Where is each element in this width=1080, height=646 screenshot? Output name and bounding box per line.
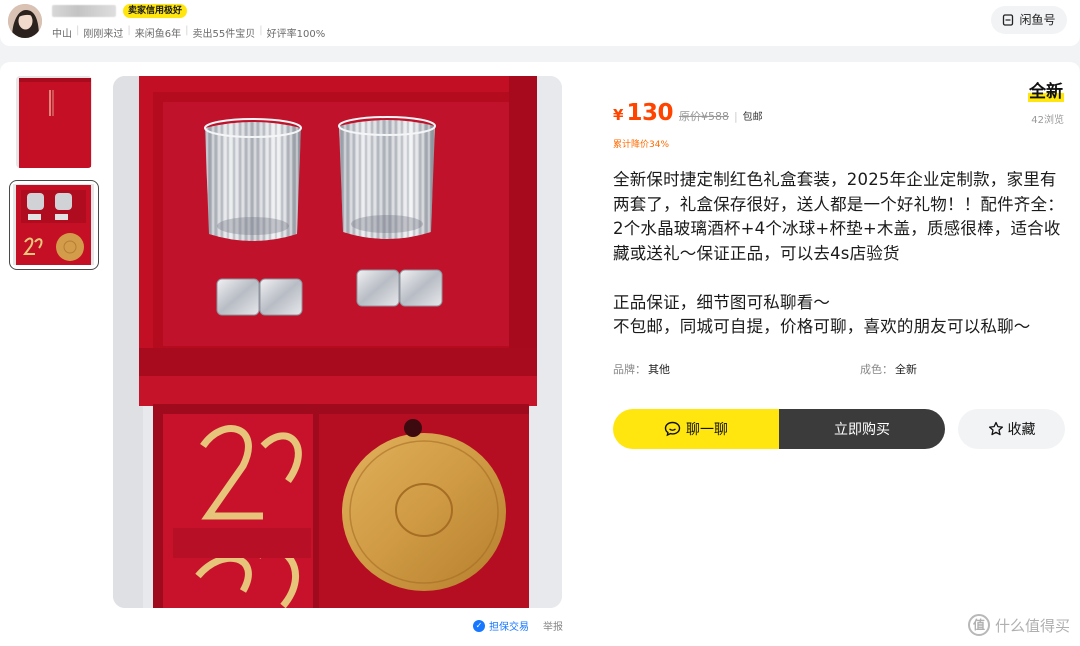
purchase-actions: 聊一聊 立即购买 (613, 409, 945, 449)
view-count: 42浏览 (1031, 115, 1064, 126)
xianyu-id-button[interactable]: 闲鱼号 (991, 6, 1067, 34)
seller-location: 中山 (52, 29, 72, 40)
seller-sold-count: 卖出55件宝贝 (192, 29, 256, 40)
price-row: ¥ 130 原价¥588 | 包邮 (613, 100, 763, 126)
condition-label: 成色： (860, 363, 893, 376)
seller-name-masked (52, 5, 116, 17)
seller-header: 卖家信用极好 中山 | 刚刚来过 | 来闲鱼6年 | 卖出55件宝贝 | 好评率100%… (0, 0, 1080, 46)
watermark-text: 什么值得买 (994, 616, 1070, 635)
guarantee-icon: ✓ (473, 619, 485, 632)
current-price: 130 (626, 100, 673, 126)
buy-now-button[interactable]: 立即购买 (779, 409, 945, 449)
xianyu-id-icon (1003, 14, 1014, 26)
price-drop-note: 累计降价34% (613, 140, 670, 150)
guarantee-badge[interactable]: ✓ 担保交易 (473, 618, 529, 633)
star-icon (988, 421, 1003, 436)
chat-button[interactable]: 聊一聊 (613, 409, 779, 449)
product-card: ✓ 担保交易 举报 ¥ 130 原价¥588 | 包邮 全新 42浏览 累计降价… (0, 62, 1080, 646)
credit-badge: 卖家信用极好 (123, 4, 188, 18)
currency-symbol: ¥ (613, 106, 624, 124)
condition-badge: 全新 (1028, 82, 1064, 102)
brand-label: 品牌： (613, 363, 646, 376)
chat-bubble-icon (664, 421, 681, 437)
report-link[interactable]: 举报 (543, 618, 563, 633)
main-product-image[interactable] (113, 76, 562, 608)
item-description: 全新保时捷定制红色礼盒套装，2025年企业定制款，家里有两套了，礼盒保存很好，送… (613, 170, 1064, 336)
seller-avatar[interactable] (8, 4, 42, 38)
brand-value: 其他 (648, 363, 670, 376)
xianyu-id-label: 闲鱼号 (1019, 13, 1056, 27)
smzdm-watermark: 值 什么值得买 (967, 614, 1070, 636)
seller-tenure: 来闲鱼6年 (134, 29, 182, 40)
brand-attribute: 品牌： 其他 (613, 361, 670, 377)
condition-attribute: 成色： 全新 (860, 361, 917, 377)
shipping-tag: 包邮 (742, 112, 763, 123)
favorite-button[interactable]: 收藏 (958, 409, 1065, 449)
seller-last-seen: 刚刚来过 (83, 29, 124, 40)
seller-rating: 好评率100% (266, 29, 326, 40)
favorite-label: 收藏 (1007, 422, 1036, 438)
original-price: 原价¥588 (678, 110, 729, 123)
smzdm-logo-icon: 值 (967, 614, 990, 636)
condition-value: 全新 (895, 363, 917, 376)
guarantee-label: 担保交易 (489, 622, 529, 633)
thumbnail-1[interactable] (15, 75, 93, 169)
thumbnail-2-selected[interactable] (9, 180, 99, 270)
chat-label: 聊一聊 (686, 422, 728, 438)
seller-stats: 中山 | 刚刚来过 | 来闲鱼6年 | 卖出55件宝贝 | 好评率100% (52, 25, 326, 40)
